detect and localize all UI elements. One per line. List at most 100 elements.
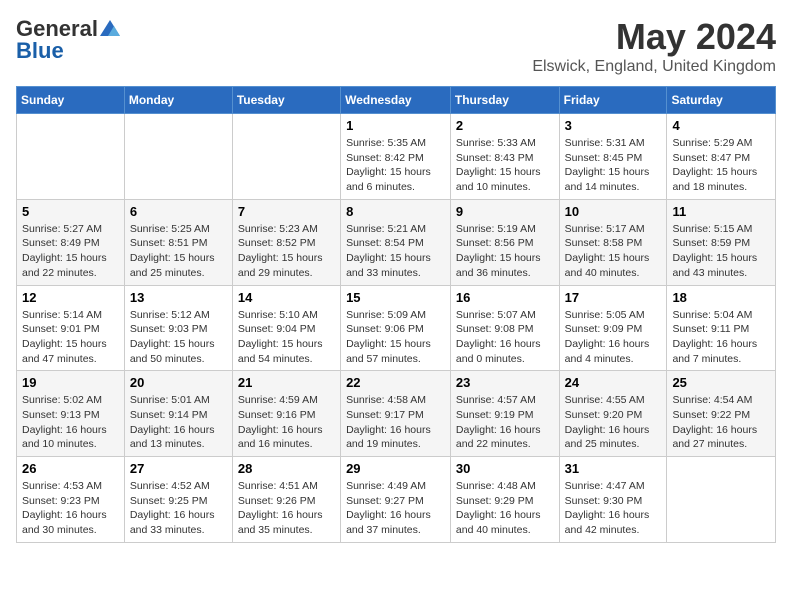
day-info: Sunrise: 5:15 AM Sunset: 8:59 PM Dayligh… bbox=[672, 222, 770, 281]
day-info: Sunrise: 5:25 AM Sunset: 8:51 PM Dayligh… bbox=[130, 222, 227, 281]
day-info: Sunrise: 5:35 AM Sunset: 8:42 PM Dayligh… bbox=[346, 136, 445, 195]
day-number: 20 bbox=[130, 375, 227, 390]
day-number: 1 bbox=[346, 118, 445, 133]
day-info: Sunrise: 5:14 AM Sunset: 9:01 PM Dayligh… bbox=[22, 308, 119, 367]
calendar-cell: 14Sunrise: 5:10 AM Sunset: 9:04 PM Dayli… bbox=[232, 285, 340, 371]
calendar-cell: 11Sunrise: 5:15 AM Sunset: 8:59 PM Dayli… bbox=[667, 199, 776, 285]
calendar-cell: 27 Sunrise: 4:52 AM Sunset: 9:25 PM Dayli… bbox=[124, 457, 232, 543]
header-row: Sunday Monday Tuesday Wednesday Thursday… bbox=[17, 87, 776, 114]
calendar-cell bbox=[667, 457, 776, 543]
calendar-cell: 21 Sunrise: 4:59 AM Sunset: 9:16 PM Dayli… bbox=[232, 371, 340, 457]
calendar-header: Sunday Monday Tuesday Wednesday Thursday… bbox=[17, 87, 776, 114]
header-thursday: Thursday bbox=[450, 87, 559, 114]
day-info: Sunrise: 5:04 AM Sunset: 9:11 PM Dayligh… bbox=[672, 308, 770, 367]
day-number: 24 bbox=[565, 375, 662, 390]
day-info: Sunrise: 4:57 AM Sunset: 9:19 PM Dayligh… bbox=[456, 393, 554, 452]
logo-icon bbox=[100, 20, 120, 36]
day-info: Sunrise: 5:33 AM Sunset: 8:43 PM Dayligh… bbox=[456, 136, 554, 195]
day-number: 21 bbox=[238, 375, 335, 390]
logo-blue: Blue bbox=[16, 38, 64, 64]
day-number: 5 bbox=[22, 204, 119, 219]
calendar-cell: 29 Sunrise: 4:49 AM Sunset: 9:27 PM Dayli… bbox=[341, 457, 451, 543]
calendar-cell: 3 Sunrise: 5:31 AM Sunset: 8:45 PM Daylig… bbox=[559, 114, 667, 200]
day-info: Sunrise: 4:49 AM Sunset: 9:27 PM Dayligh… bbox=[346, 479, 445, 538]
day-info: Sunrise: 5:23 AM Sunset: 8:52 PM Dayligh… bbox=[238, 222, 335, 281]
day-info: Sunrise: 4:59 AM Sunset: 9:16 PM Dayligh… bbox=[238, 393, 335, 452]
calendar-cell: 31Sunrise: 4:47 AM Sunset: 9:30 PM Dayli… bbox=[559, 457, 667, 543]
calendar-cell: 22Sunrise: 4:58 AM Sunset: 9:17 PM Dayli… bbox=[341, 371, 451, 457]
day-info: Sunrise: 4:51 AM Sunset: 9:26 PM Dayligh… bbox=[238, 479, 335, 538]
day-number: 3 bbox=[565, 118, 662, 133]
header-tuesday: Tuesday bbox=[232, 87, 340, 114]
calendar-cell: 2Sunrise: 5:33 AM Sunset: 8:43 PM Daylig… bbox=[450, 114, 559, 200]
day-number: 27 bbox=[130, 461, 227, 476]
calendar-cell: 30 Sunrise: 4:48 AM Sunset: 9:29 PM Dayli… bbox=[450, 457, 559, 543]
calendar-cell: 5 Sunrise: 5:27 AM Sunset: 8:49 PM Daylig… bbox=[17, 199, 125, 285]
day-number: 16 bbox=[456, 290, 554, 305]
day-info: Sunrise: 5:01 AM Sunset: 9:14 PM Dayligh… bbox=[130, 393, 227, 452]
day-info: Sunrise: 4:52 AM Sunset: 9:25 PM Dayligh… bbox=[130, 479, 227, 538]
calendar-cell: 7 Sunrise: 5:23 AM Sunset: 8:52 PM Daylig… bbox=[232, 199, 340, 285]
calendar-week-1: 1 Sunrise: 5:35 AM Sunset: 8:42 PM Daylig… bbox=[17, 114, 776, 200]
month-title: May 2024 bbox=[532, 16, 776, 58]
calendar-cell: 19Sunrise: 5:02 AM Sunset: 9:13 PM Dayli… bbox=[17, 371, 125, 457]
calendar-cell: 26 Sunrise: 4:53 AM Sunset: 9:23 PM Dayli… bbox=[17, 457, 125, 543]
calendar-cell: 16 Sunrise: 5:07 AM Sunset: 9:08 PM Dayli… bbox=[450, 285, 559, 371]
logo: General Blue bbox=[16, 16, 120, 64]
page-header: General Blue May 2024 Elswick, England, … bbox=[16, 16, 776, 76]
location: Elswick, England, United Kingdom bbox=[532, 58, 776, 76]
calendar-cell: 10 Sunrise: 5:17 AM Sunset: 8:58 PM Dayli… bbox=[559, 199, 667, 285]
day-number: 25 bbox=[672, 375, 770, 390]
day-info: Sunrise: 5:31 AM Sunset: 8:45 PM Dayligh… bbox=[565, 136, 662, 195]
day-info: Sunrise: 5:27 AM Sunset: 8:49 PM Dayligh… bbox=[22, 222, 119, 281]
header-wednesday: Wednesday bbox=[341, 87, 451, 114]
title-area: May 2024 Elswick, England, United Kingdo… bbox=[532, 16, 776, 76]
calendar-cell: 1 Sunrise: 5:35 AM Sunset: 8:42 PM Daylig… bbox=[341, 114, 451, 200]
day-number: 8 bbox=[346, 204, 445, 219]
day-info: Sunrise: 4:48 AM Sunset: 9:29 PM Dayligh… bbox=[456, 479, 554, 538]
calendar-cell bbox=[17, 114, 125, 200]
header-friday: Friday bbox=[559, 87, 667, 114]
calendar-week-2: 5 Sunrise: 5:27 AM Sunset: 8:49 PM Daylig… bbox=[17, 199, 776, 285]
calendar-cell: 25 Sunrise: 4:54 AM Sunset: 9:22 PM Dayli… bbox=[667, 371, 776, 457]
day-info: Sunrise: 5:10 AM Sunset: 9:04 PM Dayligh… bbox=[238, 308, 335, 367]
day-number: 4 bbox=[672, 118, 770, 133]
day-number: 23 bbox=[456, 375, 554, 390]
calendar-cell bbox=[232, 114, 340, 200]
day-info: Sunrise: 4:53 AM Sunset: 9:23 PM Dayligh… bbox=[22, 479, 119, 538]
day-number: 30 bbox=[456, 461, 554, 476]
day-number: 31 bbox=[565, 461, 662, 476]
calendar-cell: 20 Sunrise: 5:01 AM Sunset: 9:14 PM Dayli… bbox=[124, 371, 232, 457]
header-monday: Monday bbox=[124, 87, 232, 114]
calendar-week-3: 12 Sunrise: 5:14 AM Sunset: 9:01 PM Dayli… bbox=[17, 285, 776, 371]
calendar-cell: 9Sunrise: 5:19 AM Sunset: 8:56 PM Daylig… bbox=[450, 199, 559, 285]
calendar-cell: 8 Sunrise: 5:21 AM Sunset: 8:54 PM Daylig… bbox=[341, 199, 451, 285]
day-number: 17 bbox=[565, 290, 662, 305]
day-info: Sunrise: 4:54 AM Sunset: 9:22 PM Dayligh… bbox=[672, 393, 770, 452]
day-info: Sunrise: 5:07 AM Sunset: 9:08 PM Dayligh… bbox=[456, 308, 554, 367]
calendar-cell: 6Sunrise: 5:25 AM Sunset: 8:51 PM Daylig… bbox=[124, 199, 232, 285]
calendar-cell: 23 Sunrise: 4:57 AM Sunset: 9:19 PM Dayli… bbox=[450, 371, 559, 457]
day-number: 28 bbox=[238, 461, 335, 476]
day-number: 12 bbox=[22, 290, 119, 305]
day-info: Sunrise: 5:12 AM Sunset: 9:03 PM Dayligh… bbox=[130, 308, 227, 367]
calendar-cell: 24 Sunrise: 4:55 AM Sunset: 9:20 PM Dayli… bbox=[559, 371, 667, 457]
day-info: Sunrise: 5:05 AM Sunset: 9:09 PM Dayligh… bbox=[565, 308, 662, 367]
calendar-cell: 4 Sunrise: 5:29 AM Sunset: 8:47 PM Daylig… bbox=[667, 114, 776, 200]
day-info: Sunrise: 5:19 AM Sunset: 8:56 PM Dayligh… bbox=[456, 222, 554, 281]
calendar-cell: 28 Sunrise: 4:51 AM Sunset: 9:26 PM Dayli… bbox=[232, 457, 340, 543]
day-number: 18 bbox=[672, 290, 770, 305]
day-number: 29 bbox=[346, 461, 445, 476]
day-info: Sunrise: 5:29 AM Sunset: 8:47 PM Dayligh… bbox=[672, 136, 770, 195]
day-number: 10 bbox=[565, 204, 662, 219]
day-info: Sunrise: 5:17 AM Sunset: 8:58 PM Dayligh… bbox=[565, 222, 662, 281]
calendar-week-5: 26 Sunrise: 4:53 AM Sunset: 9:23 PM Dayli… bbox=[17, 457, 776, 543]
header-sunday: Sunday bbox=[17, 87, 125, 114]
day-number: 13 bbox=[130, 290, 227, 305]
day-info: Sunrise: 4:55 AM Sunset: 9:20 PM Dayligh… bbox=[565, 393, 662, 452]
day-number: 26 bbox=[22, 461, 119, 476]
calendar-cell bbox=[124, 114, 232, 200]
day-info: Sunrise: 5:21 AM Sunset: 8:54 PM Dayligh… bbox=[346, 222, 445, 281]
day-info: Sunrise: 4:58 AM Sunset: 9:17 PM Dayligh… bbox=[346, 393, 445, 452]
day-number: 7 bbox=[238, 204, 335, 219]
